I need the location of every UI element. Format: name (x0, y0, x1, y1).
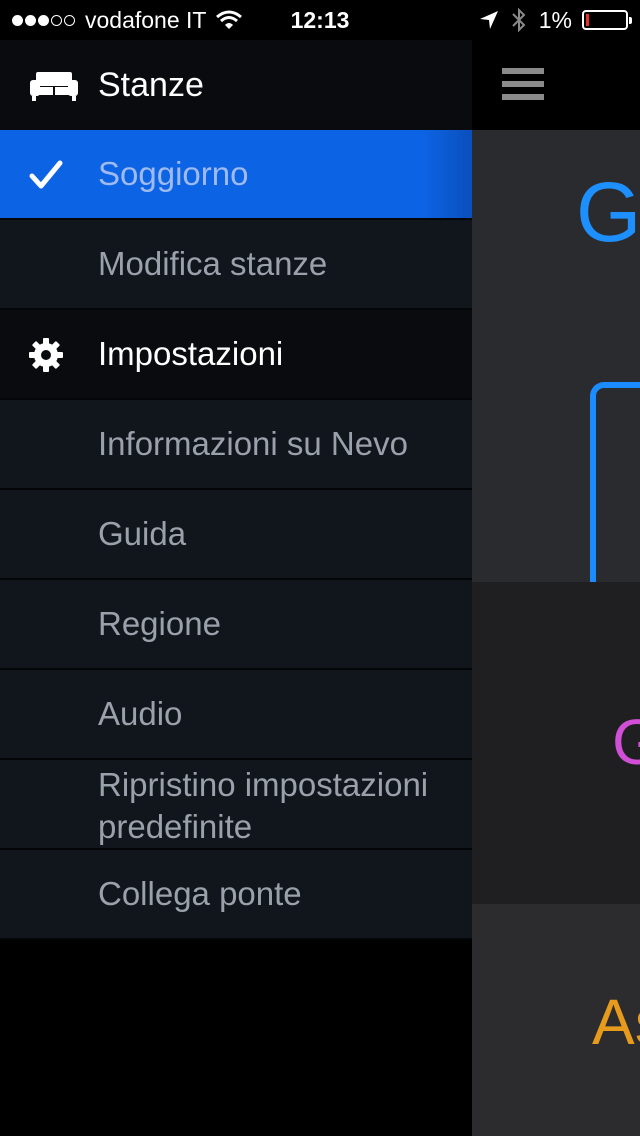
menu-item-label: Soggiorno (98, 155, 249, 192)
menu-item-label: Audio (98, 695, 183, 732)
menu-item-label: Collega ponte (98, 875, 302, 912)
sofa-icon (30, 72, 78, 101)
background-top-bar (472, 40, 640, 130)
menu-item-guida[interactable]: Guida (0, 490, 472, 580)
background-card-1-frame (590, 382, 640, 602)
gear-icon (28, 310, 64, 400)
menu-item-label: Modifica stanze (98, 245, 328, 282)
menu-item-informazioni[interactable]: Informazioni su Nevo (0, 400, 472, 490)
menu-item-regione[interactable]: Regione (0, 580, 472, 670)
menu-item-collega-ponte[interactable]: Collega ponte (0, 850, 472, 940)
checkmark-icon (28, 130, 64, 220)
background-card-3[interactable]: As (472, 904, 640, 1136)
battery-percent: 1% (538, 6, 572, 33)
bluetooth-icon (512, 8, 526, 32)
menu-item-soggiorno[interactable]: Soggiorno (0, 130, 472, 220)
menu-item-label: Guida (98, 515, 187, 552)
menu-item-label: Regione (98, 605, 221, 642)
drawer-menu: Soggiorno Modifica stanze Impostazioni I… (0, 130, 472, 940)
background-card-1[interactable]: G (472, 130, 640, 602)
battery-icon (582, 10, 632, 30)
side-drawer: Stanze Soggiorno Modifica stanze Imposta… (0, 40, 472, 1136)
menu-item-ripristino[interactable]: Ripristino impostazioni predefinite (0, 760, 472, 850)
menu-item-modifica-stanze[interactable]: Modifica stanze (0, 220, 472, 310)
background-card-2-text: G (612, 706, 640, 778)
menu-item-audio[interactable]: Audio (0, 670, 472, 760)
section-header-impostazioni: Impostazioni (0, 310, 472, 400)
status-bar: vodafone IT 12:13 1% (0, 0, 640, 40)
hamburger-icon[interactable] (502, 68, 544, 100)
section-label: Impostazioni (98, 335, 284, 372)
drawer-header: Stanze (0, 40, 472, 130)
background-card-2[interactable]: G (472, 582, 640, 904)
background-app-content: G G As (472, 40, 640, 1136)
drawer-title: Stanze (98, 65, 204, 104)
background-card-1-text: G (576, 165, 640, 259)
menu-item-label: Informazioni su Nevo (98, 425, 408, 462)
menu-item-label: Ripristino impostazioni predefinite (98, 766, 429, 845)
location-arrow-icon (479, 11, 498, 29)
background-card-3-text: As (592, 986, 640, 1058)
